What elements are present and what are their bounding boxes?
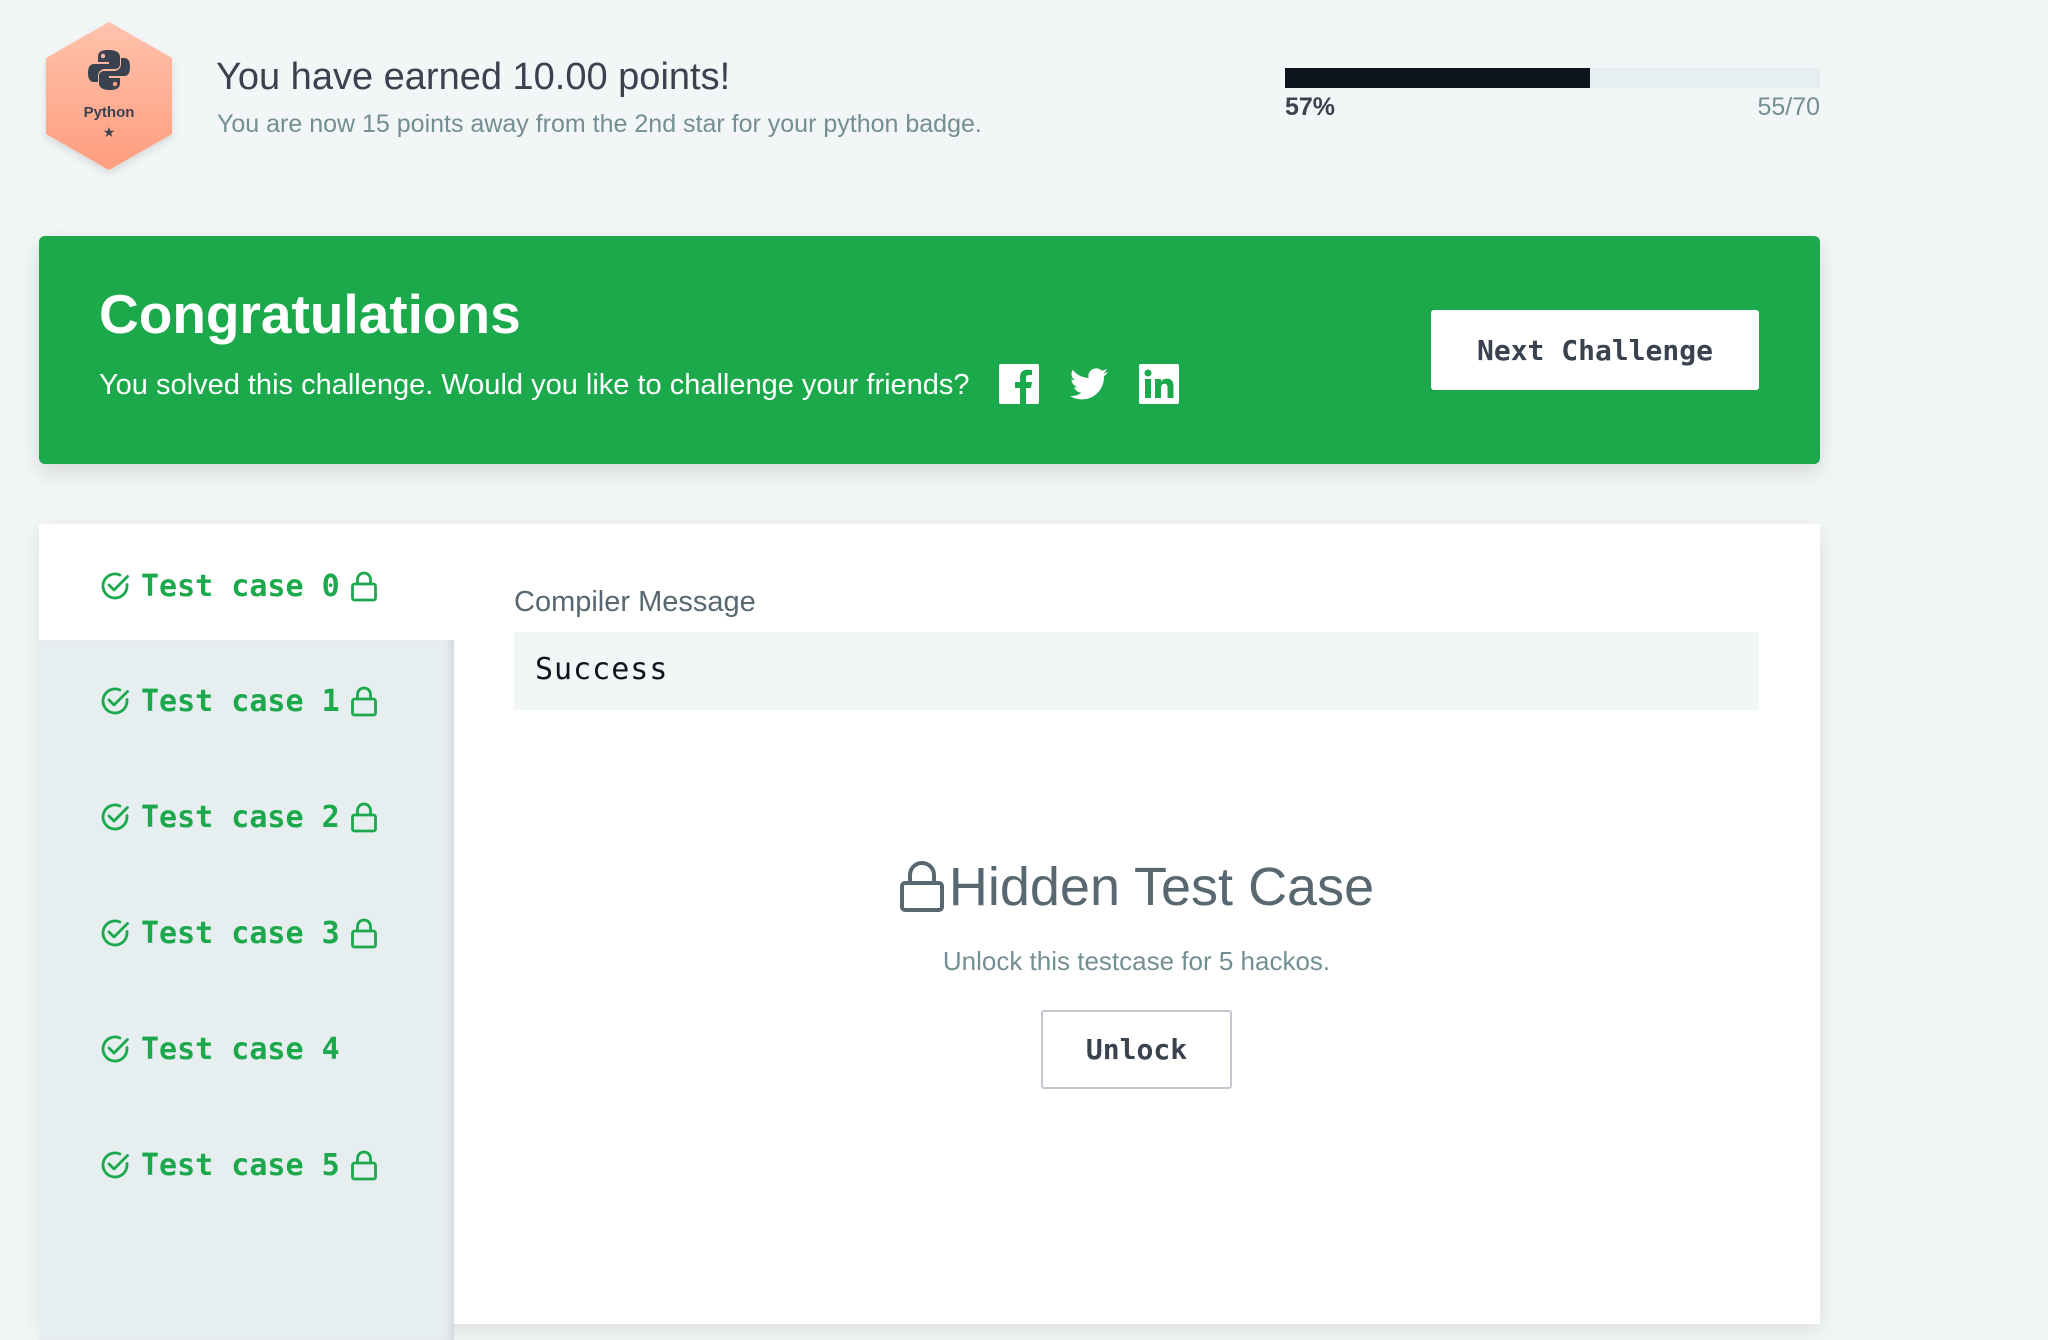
test-case-tab-5[interactable]: Test case 5 xyxy=(99,1145,378,1185)
python-logo-icon xyxy=(88,50,130,90)
test-case-label: Test case 4 xyxy=(141,1031,340,1067)
compiler-message-text: Success xyxy=(535,652,669,687)
test-case-tab-3[interactable]: Test case 3 xyxy=(99,913,378,953)
hidden-test-case-subtitle: Unlock this testcase for 5 hackos. xyxy=(942,946,1331,976)
lock-icon xyxy=(350,571,377,602)
lock-icon xyxy=(350,918,377,949)
badge-name: Python xyxy=(83,104,135,121)
python-badge: Python ★ xyxy=(38,18,180,176)
compiler-message-label: Compiler Message xyxy=(514,586,756,618)
test-case-label: Test case 1 xyxy=(141,683,340,719)
congratulations-banner: Congratulations You solved this challeng… xyxy=(39,236,1820,464)
check-circle-icon xyxy=(101,803,129,831)
test-case-tab-4[interactable]: Test case 4 xyxy=(99,1029,340,1069)
lock-icon xyxy=(350,1150,377,1181)
check-circle-icon xyxy=(101,919,129,947)
compiler-message-box: Success xyxy=(514,632,1759,710)
check-circle-icon xyxy=(101,1035,129,1063)
lock-icon xyxy=(899,861,944,912)
test-case-tab-2[interactable]: Test case 2 xyxy=(99,797,378,837)
check-circle-icon xyxy=(101,572,129,600)
points-earned-title: You have earned 10.00 points! xyxy=(216,56,731,98)
progress-count: 55/70 xyxy=(1757,93,1820,121)
twitter-icon[interactable] xyxy=(1069,364,1109,404)
badge-progress-fill xyxy=(1285,68,1590,88)
check-circle-icon xyxy=(101,687,129,715)
test-case-label: Test case 2 xyxy=(141,799,340,835)
banner-subtitle: You solved this challenge. Would you lik… xyxy=(99,369,970,401)
test-case-tab-1[interactable]: Test case 1 xyxy=(99,681,378,721)
test-case-tab-0[interactable]: Test case 0 xyxy=(99,566,378,606)
test-case-label: Test case 5 xyxy=(141,1147,340,1183)
hidden-test-case-title: Hidden Test Case xyxy=(948,857,1375,917)
badge-star: ★ xyxy=(102,124,116,140)
banner-title: Congratulations xyxy=(99,283,521,345)
test-case-label: Test case 0 xyxy=(141,568,340,604)
progress-percent: 57% xyxy=(1285,93,1336,121)
lock-icon xyxy=(350,686,377,717)
test-case-label: Test case 3 xyxy=(141,915,340,951)
facebook-icon[interactable] xyxy=(999,364,1039,404)
test-results-panel: Test case 0 Test case 1 Test case 2 Test… xyxy=(39,524,1820,1340)
lock-icon xyxy=(350,802,377,833)
linkedin-icon[interactable] xyxy=(1139,364,1179,404)
test-case-sidebar xyxy=(39,640,454,1340)
hidden-test-case-heading: Hidden Test Case xyxy=(514,856,1759,918)
check-circle-icon xyxy=(101,1151,129,1179)
points-earned-subtitle: You are now 15 points away from the 2nd … xyxy=(217,110,982,138)
next-challenge-button[interactable]: Next Challenge xyxy=(1431,310,1759,390)
unlock-button[interactable]: Unlock xyxy=(1041,1010,1232,1089)
badge-progress-bar xyxy=(1285,68,1820,88)
